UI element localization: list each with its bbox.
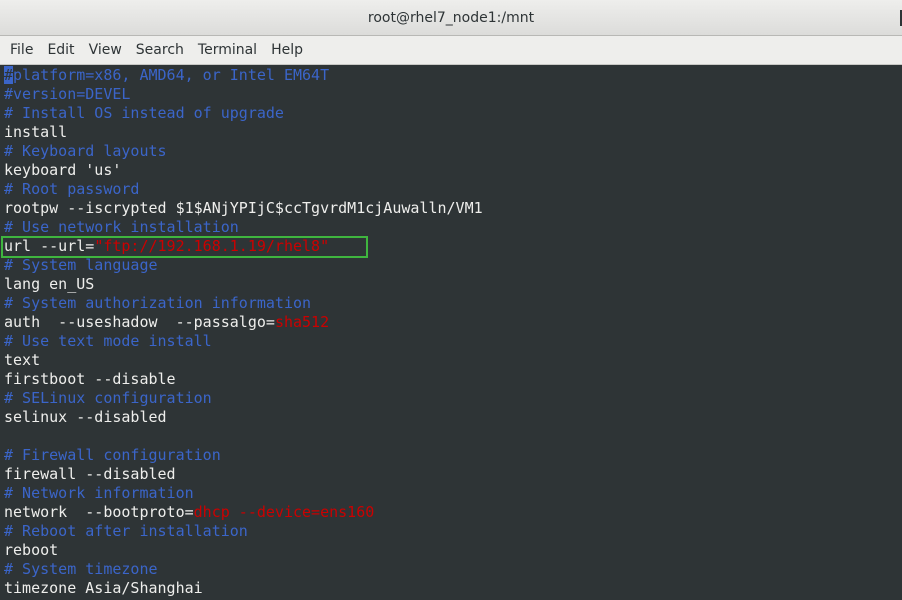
terminal-text: # System authorization information: [4, 294, 312, 312]
menu-terminal[interactable]: Terminal: [191, 36, 264, 65]
terminal-line: url --url="ftp://192.168.1.19/rhel8": [4, 237, 329, 256]
menu-file[interactable]: File: [3, 36, 40, 65]
menu-edit[interactable]: Edit: [40, 36, 81, 65]
terminal-line: auth --useshadow --passalgo=sha512: [4, 313, 329, 332]
terminal-text: reboot: [4, 541, 59, 559]
terminal-text: # Use network installation: [4, 218, 239, 236]
menu-view[interactable]: View: [82, 36, 129, 65]
terminal-text: timezone Asia/Shanghai: [4, 579, 203, 597]
terminal-text: # Firewall configuration: [4, 446, 221, 464]
terminal-area[interactable]: #platform=x86, AMD64, or Intel EM64T #ver…: [0, 65, 902, 600]
terminal-text: # Keyboard layouts: [4, 142, 167, 160]
terminal-line: rootpw --iscrypted $1$ANjYPIjC$ccTgvrdM1…: [4, 199, 483, 218]
terminal-text: auth --useshadow --passalgo=: [4, 313, 275, 331]
terminal-line: # System language: [4, 256, 158, 275]
terminal-text: keyboard 'us': [4, 161, 122, 179]
terminal-text: "ftp://192.168.1.19/rhel8": [94, 237, 330, 255]
terminal-line: # System authorization information: [4, 294, 311, 313]
terminal-line: reboot: [4, 541, 58, 560]
window-titlebar[interactable]: root@rhel7_node1:/mnt: [0, 0, 902, 36]
terminal-text: # Root password: [4, 180, 140, 198]
terminal-text: install: [4, 123, 68, 141]
terminal-text: # Reboot after installation: [4, 522, 248, 540]
window-title: root@rhel7_node1:/mnt: [367, 10, 535, 26]
terminal-text: # System language: [4, 256, 158, 274]
terminal-line: # System timezone: [4, 560, 158, 579]
terminal-line: #platform=x86, AMD64, or Intel EM64T: [4, 66, 329, 85]
terminal-text: # Use text mode install: [4, 332, 212, 350]
terminal-text: rootpw --iscrypted $1$ANjYPIjC$ccTgvrdM1…: [4, 199, 483, 217]
terminal-line: network --bootproto=dhcp --device=ens160: [4, 503, 374, 522]
terminal-text: network --bootproto=: [4, 503, 194, 521]
terminal-line: firstboot --disable: [4, 370, 176, 389]
terminal-text: lang en_US: [4, 275, 95, 293]
terminal-text: dhcp --device=ens160: [193, 503, 375, 521]
terminal-text: #version=DEVEL: [4, 85, 131, 103]
terminal-line: # Install OS instead of upgrade: [4, 104, 284, 123]
terminal-line: install: [4, 123, 67, 142]
terminal-line: # Reboot after installation: [4, 522, 248, 541]
terminal-line: # Root password: [4, 180, 139, 199]
terminal-text: platform=x86, AMD64, or Intel EM64T: [13, 66, 330, 84]
terminal-line: # Use network installation: [4, 218, 239, 237]
terminal-text: # Install OS instead of upgrade: [4, 104, 284, 122]
menu-help[interactable]: Help: [264, 36, 310, 65]
terminal-line: # Use text mode install: [4, 332, 212, 351]
terminal-text: sha512: [274, 313, 330, 331]
terminal-line: timezone Asia/Shanghai: [4, 579, 203, 598]
terminal-text: # System timezone: [4, 560, 158, 578]
terminal-line: # Firewall configuration: [4, 446, 221, 465]
terminal-text: selinux --disabled: [4, 408, 167, 426]
terminal-line: # Network information: [4, 484, 194, 503]
terminal-line: keyboard 'us': [4, 161, 121, 180]
terminal-text: # Network information: [4, 484, 194, 502]
terminal-line: text: [4, 351, 40, 370]
terminal-line: firewall --disabled: [4, 465, 176, 484]
terminal-line: # SELinux configuration: [4, 389, 212, 408]
terminal-text: text: [4, 351, 41, 369]
terminal-line: # Keyboard layouts: [4, 142, 167, 161]
terminal-text: # SELinux configuration: [4, 389, 212, 407]
terminal-line: lang en_US: [4, 275, 94, 294]
terminal-text: url --url=: [4, 237, 95, 255]
terminal-line: selinux --disabled: [4, 408, 167, 427]
menu-search[interactable]: Search: [129, 36, 191, 65]
terminal-line: #version=DEVEL: [4, 85, 130, 104]
terminal-text: firstboot --disable: [4, 370, 176, 388]
text-cursor: #: [4, 66, 14, 84]
terminal-text: firewall --disabled: [4, 465, 176, 483]
menu-bar: File Edit View Search Terminal Help: [0, 36, 902, 65]
